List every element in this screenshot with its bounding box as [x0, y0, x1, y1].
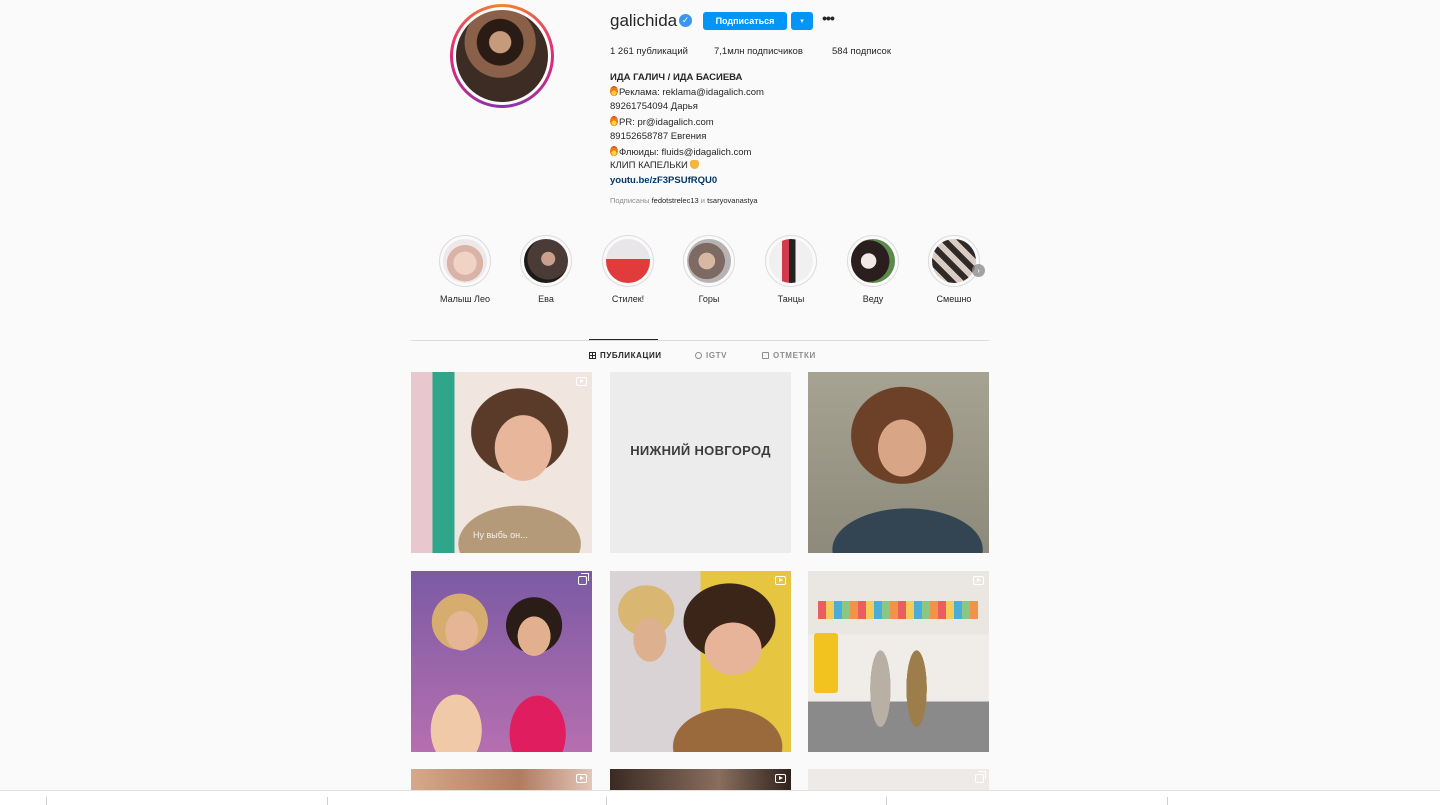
bio-line-ads: Реклама: reklama@idagalich.com: [610, 86, 764, 98]
highlight-label: Горы: [698, 294, 720, 304]
tabs-divider: [411, 340, 989, 341]
highlight-cover: [851, 239, 895, 283]
followed-by-user-1[interactable]: fedotstrelec13: [652, 196, 699, 205]
tab-igtv-label: IGTV: [706, 351, 728, 360]
tab-igtv[interactable]: IGTV: [695, 351, 727, 360]
bottom-strip: [0, 790, 1440, 805]
post-thumbnail[interactable]: [808, 372, 989, 553]
followed-by-and: и: [700, 196, 705, 205]
highlight-label: Танцы: [777, 294, 805, 304]
post-thumbnail[interactable]: [411, 571, 592, 752]
profile-avatar[interactable]: [450, 4, 554, 108]
verified-badge-icon: ✓: [679, 14, 692, 27]
pointing-hand-emoji-icon: [689, 160, 699, 169]
highlight-cover: [769, 239, 813, 283]
tagged-icon: [762, 352, 769, 359]
follow-button[interactable]: Подписаться: [703, 12, 787, 30]
post-text-city: НИЖНИЙ НОВГОРОД: [630, 443, 771, 458]
avatar-photo: [456, 10, 548, 102]
highlight-cover: [687, 239, 731, 283]
post-thumbnail[interactable]: [411, 769, 592, 790]
carousel-icon: [578, 573, 589, 585]
bio-line-phone-2: 89152658787 Евгения: [610, 131, 707, 142]
highlight-ring: [602, 235, 654, 287]
profile-username: galichida: [610, 11, 678, 30]
post-thumbnail[interactable]: [808, 769, 989, 790]
strip-divider: [1167, 797, 1168, 805]
reel-icon: [973, 576, 984, 585]
highlight-gory[interactable]: Горы: [681, 235, 737, 304]
post-thumbnail[interactable]: Ну выбь он...: [411, 372, 592, 553]
tab-tagged-label: ОТМЕТКИ: [773, 351, 816, 360]
highlight-label: Ева: [538, 294, 554, 304]
highlight-label: Малыш Лео: [440, 294, 490, 304]
bio-line-ads-text: Реклама: reklama@idagalich.com: [619, 87, 764, 98]
more-options-icon[interactable]: •••: [818, 11, 838, 29]
igtv-icon: [695, 352, 702, 359]
bio-line-phone-1: 89261754094 Дарья: [610, 101, 698, 112]
kitchen-shelf-graphic: [818, 601, 978, 619]
highlight-stilek[interactable]: Стилек!: [600, 235, 656, 304]
bio-line-clip: КЛИП КАПЕЛЬКИ: [610, 160, 699, 171]
highlight-label: Стилек!: [611, 294, 645, 304]
post-thumbnail[interactable]: [808, 571, 989, 752]
bio-line-clip-text: КЛИП КАПЕЛЬКИ: [610, 160, 688, 171]
highlight-ring: [847, 235, 899, 287]
strip-divider: [886, 797, 887, 805]
suggested-dropdown-button[interactable]: ▾: [791, 12, 813, 30]
following-count[interactable]: 584 подписок: [832, 46, 891, 57]
highlight-tantsy[interactable]: Танцы: [763, 235, 819, 304]
reel-icon: [775, 576, 786, 585]
reel-icon: [576, 377, 587, 386]
highlight-eva[interactable]: Ева: [518, 235, 574, 304]
highlight-ring: [520, 235, 572, 287]
highlight-cover: [443, 239, 487, 283]
bio-external-link[interactable]: youtu.be/zF3PSUfRQU0: [610, 175, 717, 186]
followed-by-user-2[interactable]: tsaryovanastya: [707, 196, 757, 205]
highlight-ring: [765, 235, 817, 287]
carousel-icon: [975, 771, 986, 783]
post-thumbnail[interactable]: [610, 769, 791, 790]
highlight-cover: [524, 239, 568, 283]
posts-count: 1 261 публикаций: [610, 46, 688, 57]
tab-tagged[interactable]: ОТМЕТКИ: [762, 351, 816, 360]
followers-count[interactable]: 7,1млн подписчиков: [714, 46, 803, 57]
strip-divider: [327, 797, 328, 805]
highlight-label: Веду: [862, 294, 884, 304]
instagram-profile-page: galichida ✓ Подписаться ▾ ••• 1 261 публ…: [0, 0, 1440, 805]
post-thumbnail[interactable]: НИЖНИЙ НОВГОРОД: [610, 372, 791, 553]
active-tab-indicator: [589, 339, 658, 340]
followed-by-prefix: Подписаны: [610, 196, 650, 205]
bio-line-pr-text: PR: pr@idagalich.com: [619, 117, 714, 128]
reel-icon: [576, 774, 587, 783]
bio-line-fluids-text: Флюиды: fluids@idagalich.com: [619, 147, 752, 158]
highlight-ring: [928, 235, 980, 287]
highlight-ring: [683, 235, 735, 287]
highlight-cover: [606, 239, 650, 283]
fridge-graphic: [814, 633, 838, 693]
highlights-next-arrow-icon[interactable]: ›: [972, 264, 985, 277]
bio-line-pr: PR: pr@idagalich.com: [610, 116, 714, 128]
tab-posts-label: ПУБЛИКАЦИИ: [600, 351, 662, 360]
highlight-malysh-leo[interactable]: Малыш Лео: [437, 235, 493, 304]
reel-icon: [775, 774, 786, 783]
highlight-cover: [932, 239, 976, 283]
post-thumbnail[interactable]: [610, 571, 791, 752]
grid-icon: [589, 352, 596, 359]
fire-emoji-icon: [610, 116, 618, 126]
highlight-vedu[interactable]: Веду: [845, 235, 901, 304]
fire-emoji-icon: [610, 86, 618, 96]
avatar-inner: [453, 7, 551, 105]
strip-divider: [46, 797, 47, 805]
highlight-ring: [439, 235, 491, 287]
post-overlay-caption: Ну выбь он...: [473, 530, 528, 540]
fire-emoji-icon: [610, 146, 618, 156]
highlight-label: Смешно: [936, 294, 972, 304]
bio-line-fluids: Флюиды: fluids@idagalich.com: [610, 146, 751, 158]
tab-posts[interactable]: ПУБЛИКАЦИИ: [589, 351, 662, 360]
followed-by: Подписаны fedotstrelec13 и tsaryovanasty…: [610, 196, 758, 205]
strip-divider: [606, 797, 607, 805]
bio-full-name: ИДА ГАЛИЧ / ИДА БАСИЕВА: [610, 72, 743, 83]
